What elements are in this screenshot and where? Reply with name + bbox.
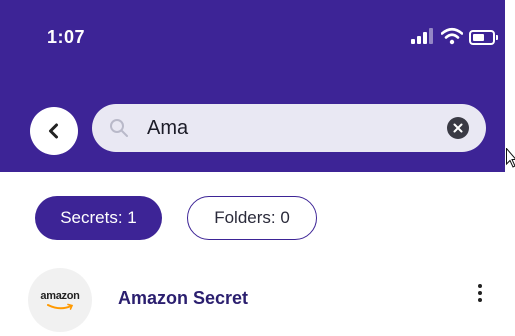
list-item[interactable]: amazon Amazon Secret (0, 268, 515, 336)
item-title: Amazon Secret (118, 288, 249, 308)
folders-filter-chip[interactable]: Folders: 0 (187, 196, 317, 240)
search-input[interactable] (147, 114, 427, 142)
status-time: 1:07 (47, 27, 86, 47)
secrets-filter-chip[interactable]: Secrets: 1 (35, 196, 162, 240)
battery-icon (469, 30, 498, 45)
signal-icon (411, 28, 433, 44)
brand-logo-text: amazon (40, 290, 80, 302)
app-header: 1:07 (0, 0, 505, 172)
more-options-button[interactable] (470, 278, 490, 308)
amazon-smile-icon (47, 303, 74, 310)
search-icon (110, 119, 128, 137)
status-icons (405, 27, 500, 46)
chevron-left-icon (49, 123, 58, 139)
clear-search-button[interactable] (447, 117, 469, 139)
wifi-icon (441, 27, 463, 45)
search-box[interactable] (92, 104, 486, 152)
clear-icon (453, 123, 463, 133)
more-vertical-icon (478, 284, 482, 288)
back-button[interactable] (30, 107, 78, 155)
amazon-logo-icon: amazon (28, 268, 92, 332)
mouse-cursor-icon (506, 148, 515, 168)
